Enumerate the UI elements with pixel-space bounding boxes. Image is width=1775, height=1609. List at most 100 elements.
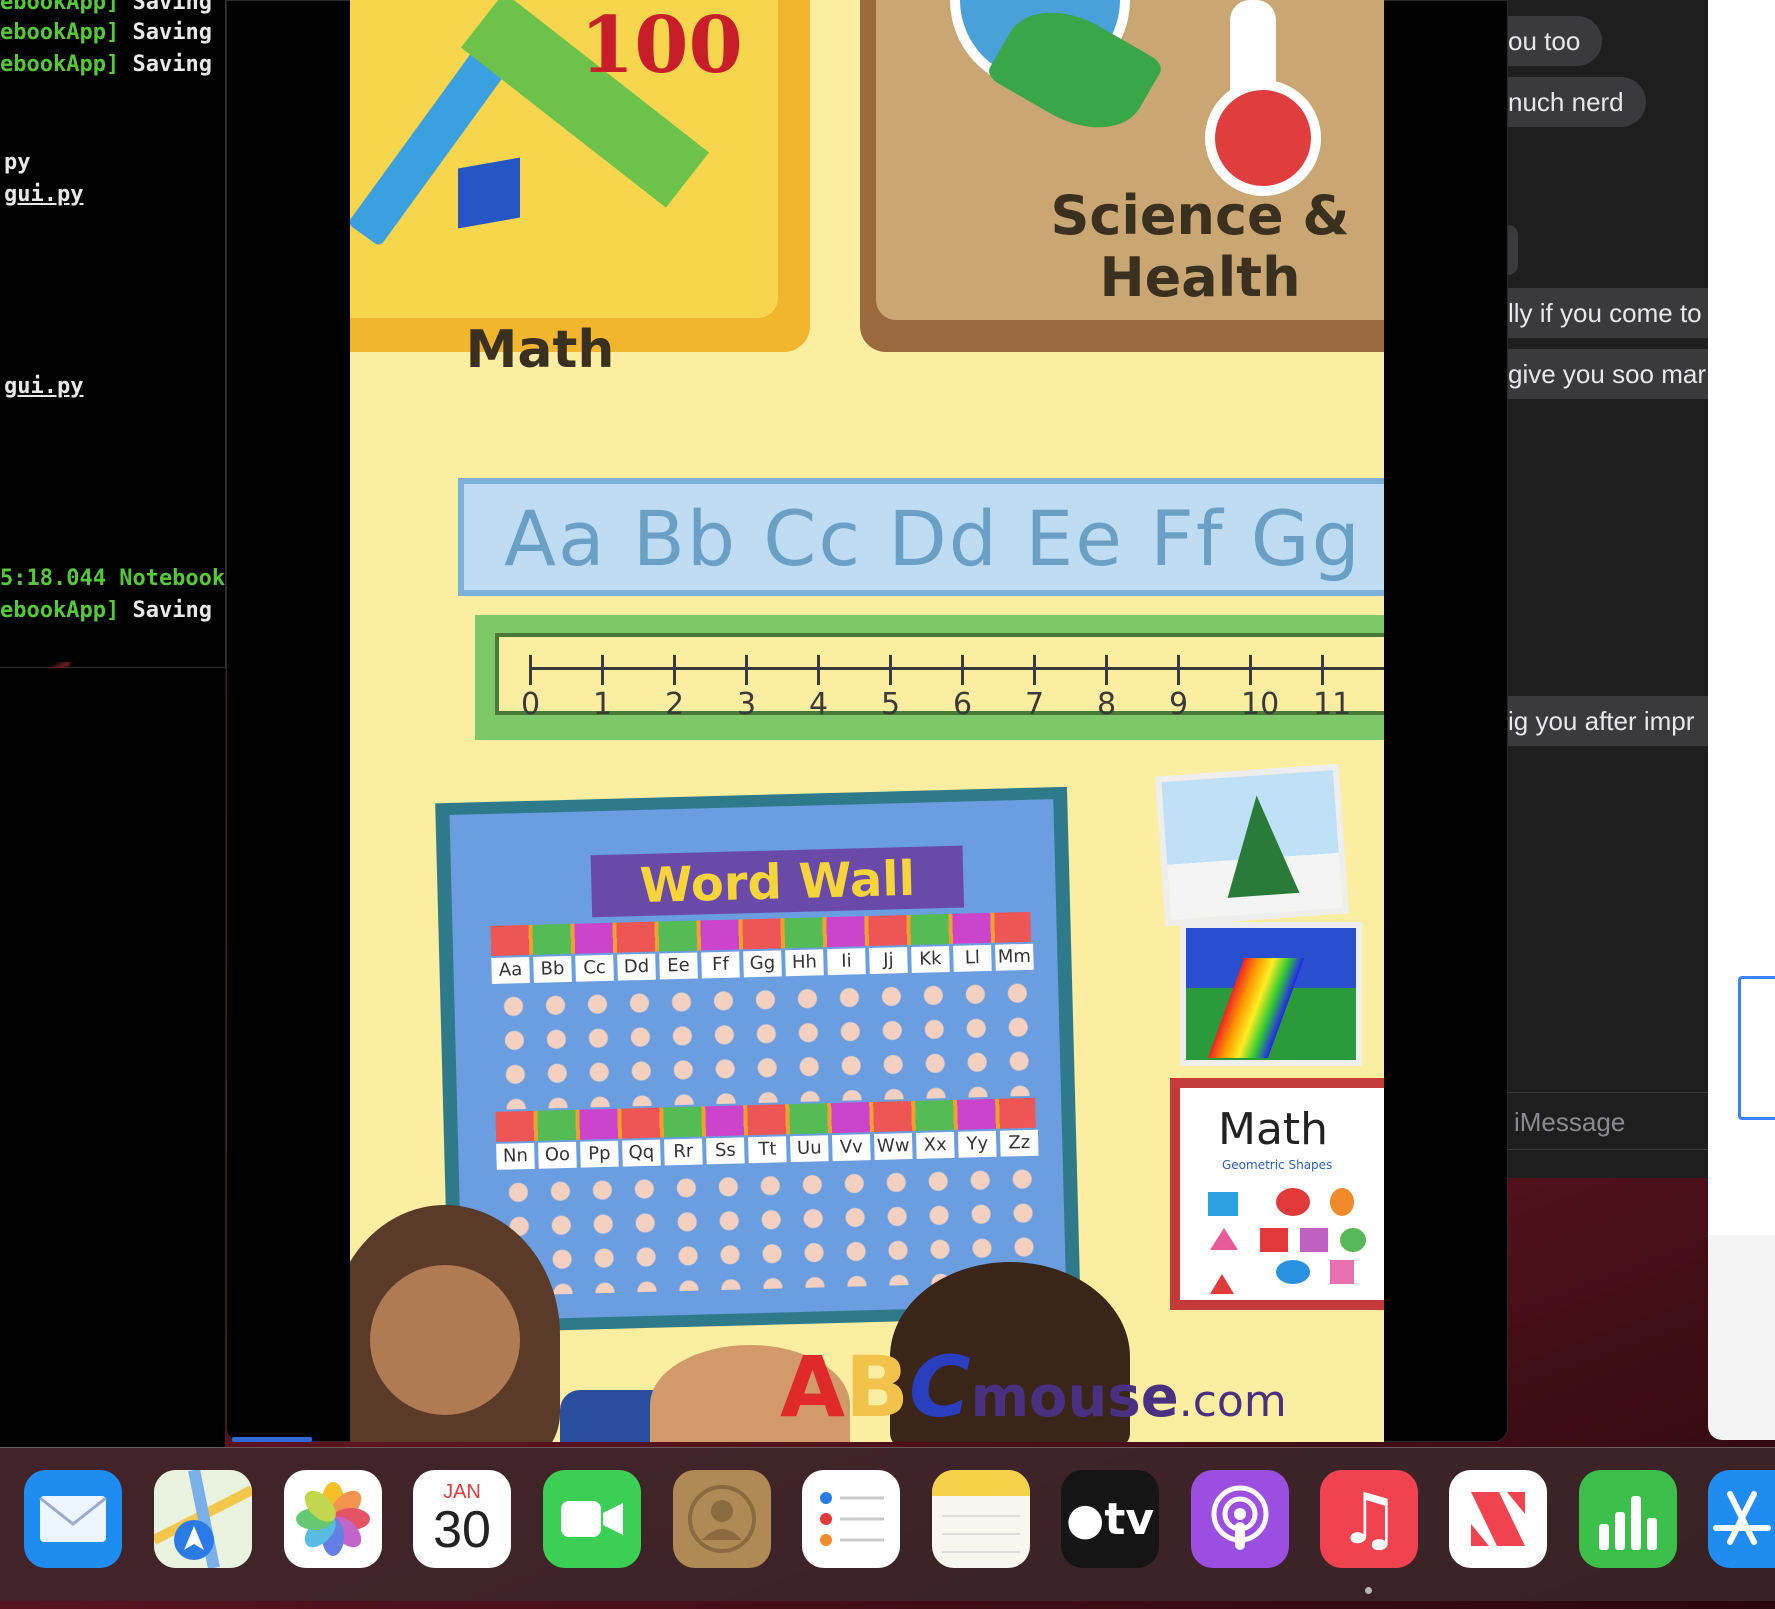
triangle-shape-icon xyxy=(1210,1228,1238,1250)
number-line-label: 6 xyxy=(953,687,973,722)
terminal-line: ebookApp] Saving xyxy=(0,598,212,623)
background-window[interactable] xyxy=(0,668,225,1448)
word-wall-letter: Gg xyxy=(743,950,782,978)
contacts-icon[interactable] xyxy=(673,1470,771,1568)
message-bubble[interactable]: ig you after impr xyxy=(1508,696,1708,746)
oval-shape-icon xyxy=(1330,1188,1354,1216)
messages-window[interactable]: ou too nuch nerd lly if you come to give… xyxy=(1508,0,1708,1178)
maps-icon[interactable] xyxy=(154,1470,252,1568)
word-wall-letter: Ff xyxy=(701,951,740,979)
word-wall-letter: Ee xyxy=(659,952,698,980)
music-icon[interactable]: ♫ xyxy=(1320,1470,1418,1568)
number-line-label: 0 xyxy=(521,687,541,722)
number-line-tick xyxy=(1177,655,1180,685)
notes-icon[interactable] xyxy=(932,1470,1030,1568)
news-icon[interactable] xyxy=(1449,1470,1547,1568)
numbers-icon[interactable] xyxy=(1579,1470,1677,1568)
playback-progress-indicator[interactable] xyxy=(232,1437,312,1442)
word-wall-letter: Vv xyxy=(831,1134,871,1162)
logo-word-mouse: mouse xyxy=(970,1365,1179,1430)
calendar-icon[interactable]: JAN 30 xyxy=(413,1470,511,1568)
number-line-label: 9 xyxy=(1169,687,1189,722)
pentagon-shape-icon xyxy=(1260,1228,1288,1252)
word-wall-letter: Zz xyxy=(999,1129,1039,1157)
math-poster-subtitle: Geometric Shapes xyxy=(1222,1158,1333,1172)
number-line-label: 1 xyxy=(593,687,613,722)
calendar-day: 30 xyxy=(433,1500,491,1559)
number-line-label: 7 xyxy=(1025,687,1045,722)
terminal-line: gui.py xyxy=(4,374,84,399)
word-wall-letter: Hh xyxy=(785,949,824,977)
number-line-tick xyxy=(889,655,892,685)
word-wall-cards xyxy=(492,975,1036,1110)
word-wall-letter: Rr xyxy=(664,1138,703,1166)
number-line-label: 2 xyxy=(665,687,685,722)
video-frame[interactable]: 100 Math Science & Health Aa Bb Cc Dd Ee… xyxy=(350,0,1384,1442)
word-wall-letter: Ii xyxy=(827,948,866,976)
red-triangle-shape-icon xyxy=(1210,1274,1234,1294)
circle-shape-icon xyxy=(1276,1188,1310,1216)
logo-dotcom: .com xyxy=(1178,1376,1287,1427)
word-wall-letter: Xx xyxy=(915,1131,955,1159)
child-face xyxy=(370,1265,520,1415)
tree-icon xyxy=(1220,793,1300,898)
terminal-line: ebookApp] Saving xyxy=(0,52,212,77)
app-store-icon[interactable] xyxy=(1708,1470,1775,1568)
abcmouse-logo: ABCmouse.com xyxy=(780,1338,1287,1436)
terminal-line: gui.py xyxy=(4,182,84,207)
logo-letter-c: C xyxy=(909,1338,971,1436)
terminal-window[interactable]: ebookApp] Saving ebookApp] Saving ebookA… xyxy=(0,0,226,668)
green-shape-icon xyxy=(1340,1228,1366,1252)
terminal-line: 5:18.044 Notebook xyxy=(0,566,226,591)
message-bubble[interactable]: give you soo mar xyxy=(1508,349,1708,399)
word-wall-letter: Qq xyxy=(622,1139,661,1167)
focused-input-field[interactable] xyxy=(1738,976,1775,1120)
mail-icon[interactable] xyxy=(24,1470,122,1568)
word-wall-letter: Tt xyxy=(748,1136,787,1164)
math-poster-title: Math xyxy=(1218,1104,1329,1155)
word-wall-board: Word Wall Aa Bb Cc Dd Ee Ff Gg Hh Ii Jj Kk Ll Mm Nn O… xyxy=(449,799,1067,1321)
podcasts-icon[interactable] xyxy=(1191,1470,1289,1568)
message-bubble[interactable] xyxy=(1508,225,1518,275)
word-wall-letter: Cc xyxy=(575,954,614,982)
number-line-tick xyxy=(1249,655,1252,685)
cube-icon xyxy=(458,157,520,229)
word-wall-letter: Pp xyxy=(580,1140,619,1168)
facetime-icon[interactable] xyxy=(543,1470,641,1568)
number-line-tick xyxy=(961,655,964,685)
alphabet-text: Aa Bb Cc Dd Ee Ff Gg xyxy=(504,494,1362,583)
word-wall-letter: Ss xyxy=(706,1137,745,1165)
word-wall-letter: Uu xyxy=(790,1135,829,1163)
tv-icon[interactable]: ●tv xyxy=(1061,1470,1159,1568)
math-shapes-poster: Math Geometric Shapes xyxy=(1170,1078,1384,1310)
running-app-indicator xyxy=(1365,1587,1372,1594)
word-wall-letter: Bb xyxy=(533,955,572,983)
number-line-axis xyxy=(529,667,1384,670)
word-wall-letter: Ww xyxy=(873,1132,913,1160)
terminal-line: ebookApp] Saving xyxy=(0,20,212,45)
reminders-icon[interactable] xyxy=(802,1470,900,1568)
number-line-label: 4 xyxy=(809,687,829,722)
number-line-label: 10 xyxy=(1241,687,1280,722)
message-bubble[interactable]: nuch nerd xyxy=(1508,77,1646,127)
word-wall-letter: Aa xyxy=(491,956,530,984)
message-bubble[interactable]: lly if you come to xyxy=(1508,288,1708,338)
tree-picture xyxy=(1154,763,1350,927)
number-line-tick xyxy=(1033,655,1036,685)
word-wall-title: Word Wall xyxy=(638,850,916,915)
number-line-tick xyxy=(745,655,748,685)
message-bubble[interactable]: ou too xyxy=(1508,16,1603,66)
word-wall-letter: Dd xyxy=(617,953,656,981)
terminal-line: py xyxy=(4,150,31,175)
photos-icon[interactable] xyxy=(284,1470,382,1568)
number-line-tick xyxy=(601,655,604,685)
number-line-label: 5 xyxy=(881,687,901,722)
number-line-board: 0123456789101112 xyxy=(495,633,1384,722)
number-line-label: 8 xyxy=(1097,687,1117,722)
word-wall-letter: Oo xyxy=(538,1141,577,1169)
number-line-label: 3 xyxy=(737,687,757,722)
word-wall-letter: Yy xyxy=(957,1130,997,1158)
number-line-tick xyxy=(1321,655,1324,685)
alphabet-banner: Aa Bb Cc Dd Ee Ff Gg xyxy=(458,478,1384,596)
imessage-input[interactable]: iMessage xyxy=(1508,1092,1708,1150)
